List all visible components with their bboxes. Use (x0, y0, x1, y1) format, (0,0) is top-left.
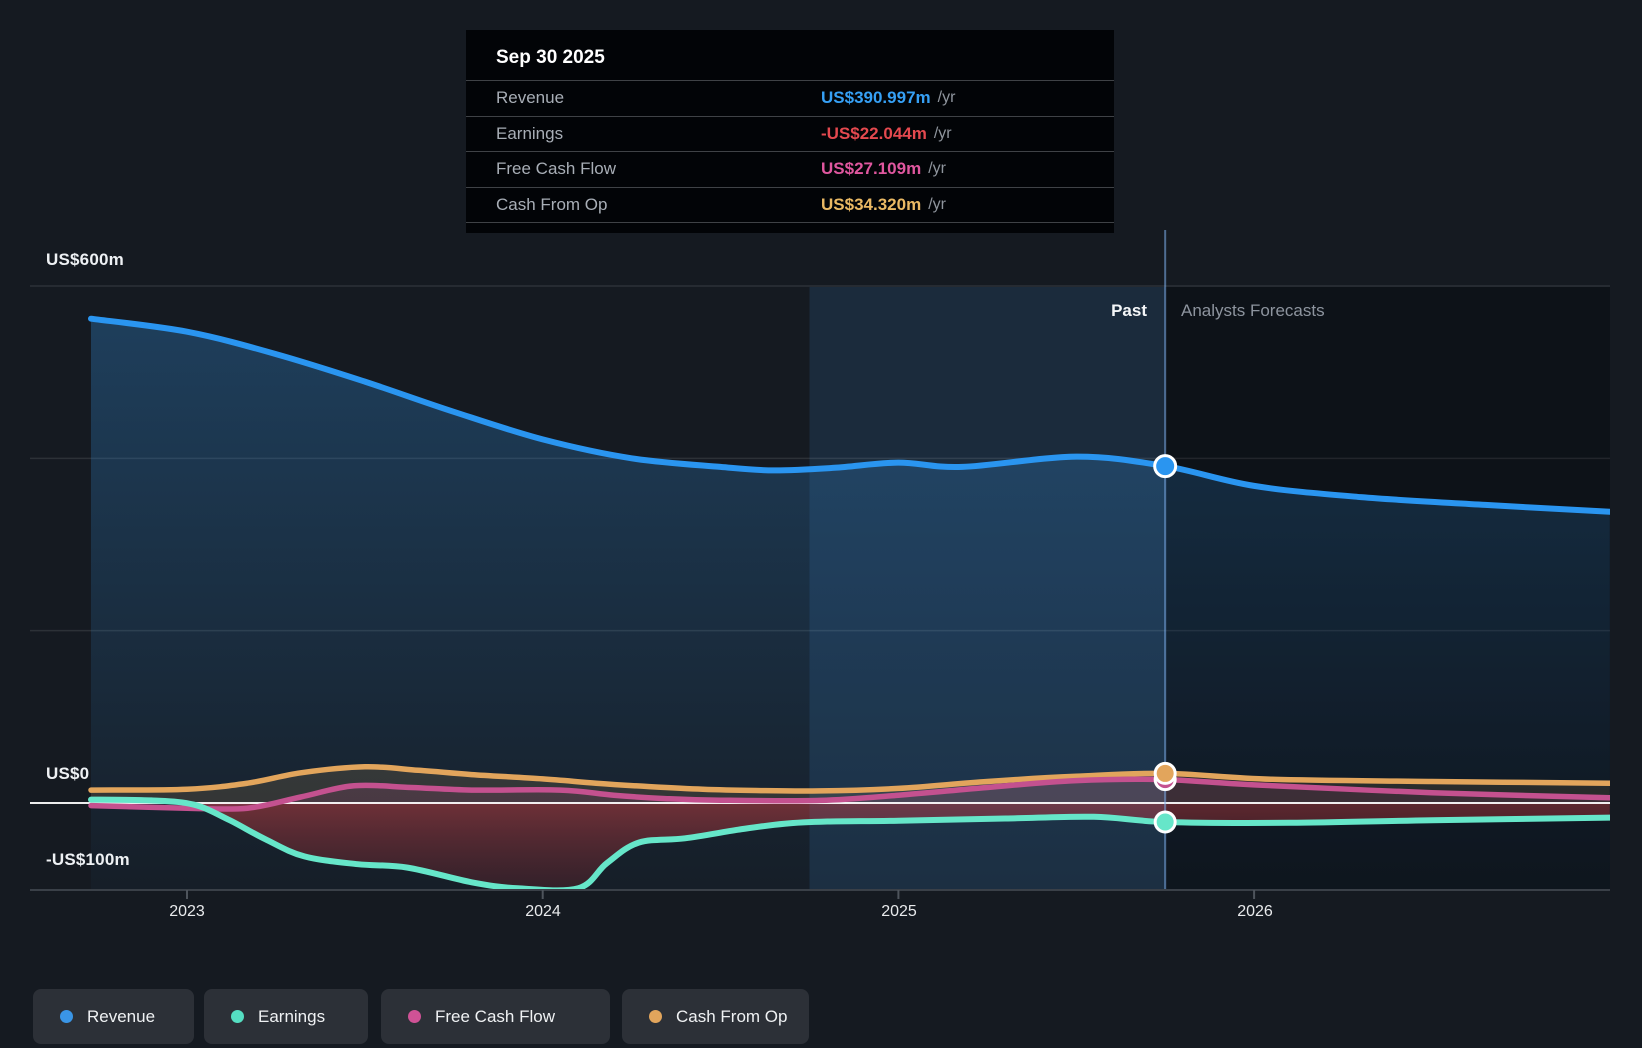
tooltip-date: Sep 30 2025 (496, 47, 605, 68)
tooltip-label: Free Cash Flow (496, 159, 616, 179)
tooltip-label: Revenue (496, 88, 565, 108)
x-axis-label-2024: 2024 (525, 903, 561, 920)
x-axis-label-2026: 2026 (1237, 903, 1273, 920)
y-axis-label-neg100m: -US$100m (46, 850, 130, 869)
legend-label: Cash From Op (676, 1006, 788, 1026)
earnings-legend-dot-icon (231, 1010, 244, 1023)
tooltip-row-cash-from-op: Cash From Op US$34.320m /yr (466, 186, 1114, 223)
legend-item-free-cash-flow[interactable]: Free Cash Flow (381, 989, 610, 1044)
tooltip-value: US$34.320m (821, 194, 922, 214)
tooltip: Sep 30 2025 Revenue US$390.997m /yr Earn… (466, 30, 1114, 233)
legend-item-earnings[interactable]: Earnings (204, 989, 368, 1044)
x-axis-label-2025: 2025 (881, 903, 917, 920)
legend-label: Free Cash Flow (435, 1006, 555, 1026)
tooltip-suffix: /yr (933, 124, 952, 142)
legend-label: Revenue (87, 1006, 156, 1026)
tooltip-suffix: /yr (937, 89, 956, 107)
free-cash-flow-legend-dot-icon (408, 1010, 421, 1023)
tooltip-row-earnings: Earnings -US$22.044m /yr (466, 115, 1114, 152)
tooltip-label: Earnings (496, 123, 564, 143)
tooltip-row-free-cash-flow: Free Cash Flow US$27.109m /yr (466, 151, 1114, 187)
stock-financials-chart-page: { "tooltip": { "date": "Sep 30 2025", "r… (0, 0, 1642, 1048)
tooltip-suffix: /yr (928, 160, 946, 178)
tooltip-label: Cash From Op (496, 194, 608, 214)
past-label: Past (1111, 301, 1147, 320)
legend-label: Earnings (258, 1006, 326, 1026)
tooltip-value: US$27.109m (821, 159, 922, 179)
y-axis-label-600m: US$600m (46, 250, 124, 269)
tooltip-suffix: /yr (928, 195, 946, 213)
x-axis-label-2023: 2023 (169, 903, 205, 920)
analysts-forecasts-label: Analysts Forecasts (1181, 301, 1325, 320)
cash-from-op-legend-dot-icon (649, 1010, 662, 1023)
y-axis-label-zero: US$0 (46, 764, 90, 783)
legend-item-cash-from-op[interactable]: Cash From Op (622, 989, 809, 1044)
legend-item-revenue[interactable]: Revenue (33, 989, 194, 1044)
tooltip-row-revenue: Revenue US$390.997m /yr (466, 80, 1114, 116)
tooltip-value: US$390.997m (821, 88, 931, 108)
tooltip-value: -US$22.044m (821, 123, 927, 143)
revenue-legend-dot-icon (60, 1010, 73, 1023)
